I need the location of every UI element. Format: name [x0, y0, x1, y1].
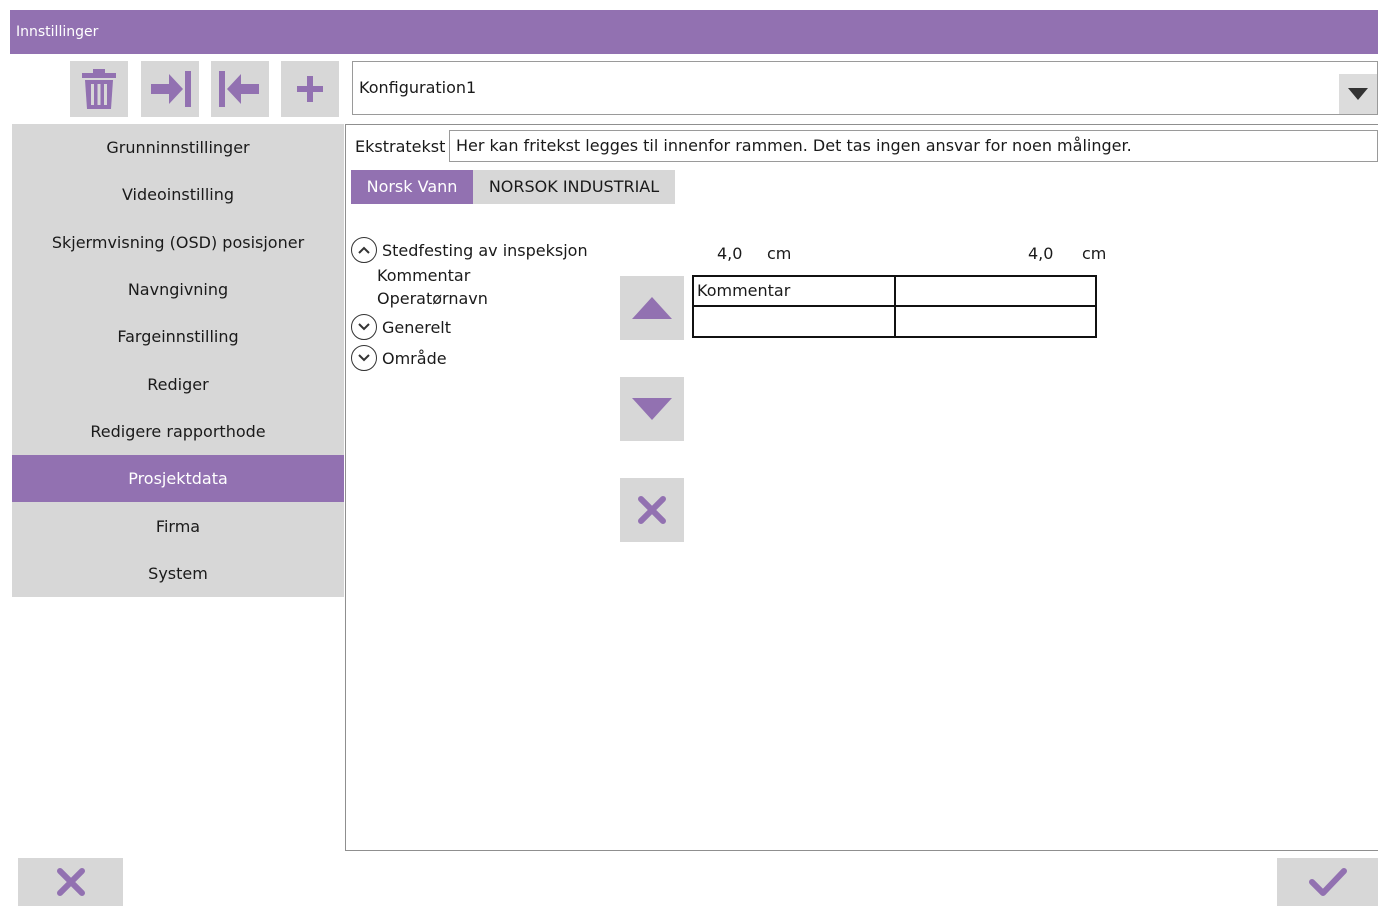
sidebar-item-redigere-rapporthode[interactable]: Redigere rapporthode [12, 408, 344, 455]
collapse-toggle[interactable] [351, 237, 377, 263]
triangle-up-icon [632, 297, 672, 319]
sidebar-item-firma[interactable]: Firma [12, 502, 344, 549]
close-icon [56, 868, 85, 896]
column2-width-unit: cm [1082, 244, 1107, 263]
import-arrow-icon [151, 71, 191, 107]
sidebar-item-videoinstilling[interactable]: Videoinstilling [12, 171, 344, 218]
content-panel [345, 124, 1378, 851]
sidebar-item-fargeinnstilling[interactable]: Fargeinnstilling [12, 313, 344, 360]
plus-icon [297, 76, 323, 102]
tab-norsk-vann[interactable]: Norsk Vann [351, 170, 473, 204]
tree-node-label: Område [382, 348, 447, 368]
extra-text-input[interactable]: Her kan fritekst legges til innenfor ram… [449, 130, 1378, 162]
tree-node-generelt[interactable]: Generelt [351, 314, 451, 340]
extra-text-label: Ekstratekst [355, 137, 446, 156]
sidebar-item-rediger[interactable]: Rediger [12, 360, 344, 407]
column1-width-unit: cm [767, 244, 792, 263]
grid-cell-r1c1[interactable]: Kommentar [694, 277, 894, 305]
export-arrow-icon [219, 71, 259, 107]
grid-cell-r2c2[interactable] [896, 307, 1095, 336]
layout-grid: Kommentar [692, 275, 1097, 338]
tree-node-label: Stedfesting av inspeksjon [382, 240, 588, 260]
tree-node-stedfesting[interactable]: Stedfesting av inspeksjon [351, 237, 588, 263]
export-button[interactable] [211, 61, 269, 117]
sidebar-item-osd-posisjoner[interactable]: Skjermvisning (OSD) posisjoner [12, 219, 344, 266]
import-button[interactable] [141, 61, 199, 117]
move-down-button[interactable] [620, 377, 684, 441]
move-up-button[interactable] [620, 276, 684, 340]
sidebar-item-prosjektdata[interactable]: Prosjektdata [12, 455, 344, 503]
tree-item-kommentar[interactable]: Kommentar [377, 266, 470, 285]
tree-node-label: Generelt [382, 317, 452, 337]
configuration-select[interactable]: Konfiguration1 [352, 61, 1378, 115]
trash-icon [82, 69, 116, 109]
grid-cell-r1c2[interactable] [896, 277, 1095, 305]
chevron-down-icon [1348, 88, 1368, 100]
configuration-value: Konfiguration1 [359, 78, 477, 97]
sidebar-item-grunninnstillinger[interactable]: Grunninnstillinger [12, 124, 344, 171]
chevron-down-icon [358, 323, 370, 331]
close-icon [638, 496, 666, 524]
delete-button[interactable] [70, 61, 128, 117]
add-button[interactable] [281, 61, 339, 117]
dropdown-button[interactable] [1339, 74, 1377, 114]
tree-item-operatornavn[interactable]: Operatørnavn [377, 289, 488, 308]
sidebar: Grunninnstillinger Videoinstilling Skjer… [12, 124, 344, 597]
chevron-down-icon [358, 354, 370, 362]
chevron-up-icon [358, 246, 370, 254]
sidebar-item-system[interactable]: System [12, 550, 344, 597]
tab-norsok-industrial[interactable]: NORSOK INDUSTRIAL [473, 170, 675, 204]
checkmark-icon [1308, 868, 1347, 896]
cancel-button[interactable] [18, 858, 123, 906]
grid-cell-r2c1[interactable] [694, 307, 894, 336]
sidebar-item-navngivning[interactable]: Navngivning [12, 266, 344, 313]
confirm-button[interactable] [1277, 858, 1378, 906]
expand-toggle[interactable] [351, 314, 377, 340]
column2-width-value[interactable]: 4,0 [1028, 244, 1053, 263]
triangle-down-icon [632, 398, 672, 420]
expand-toggle[interactable] [351, 345, 377, 371]
remove-button[interactable] [620, 478, 684, 542]
tree-node-omrade[interactable]: Område [351, 345, 447, 371]
window-title: Innstillinger [10, 10, 1378, 54]
column1-width-value[interactable]: 4,0 [717, 244, 742, 263]
